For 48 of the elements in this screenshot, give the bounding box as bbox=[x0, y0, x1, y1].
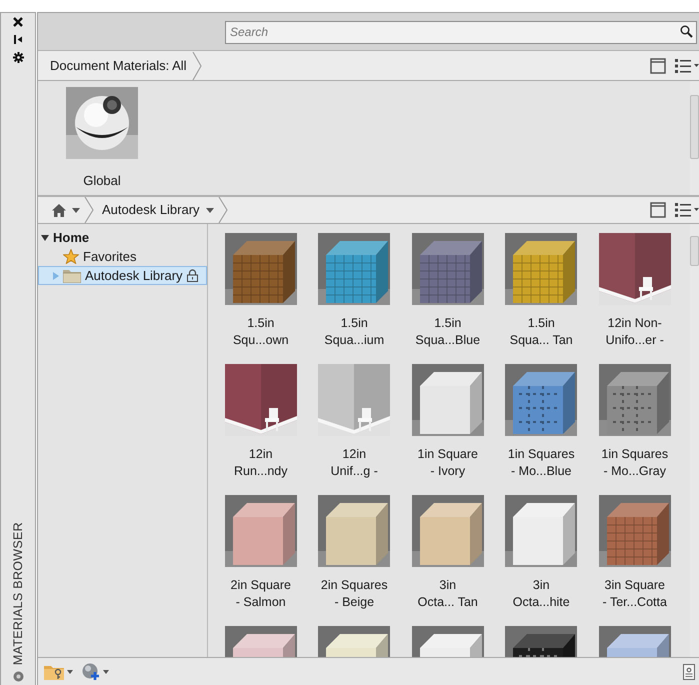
material-label: 12in Run...ndy bbox=[234, 446, 288, 480]
breadcrumb-item[interactable]: Document Materials: All bbox=[38, 56, 187, 76]
folder-key-icon[interactable] bbox=[44, 664, 64, 680]
caret-icon[interactable] bbox=[67, 670, 73, 674]
chevron-icon bbox=[218, 197, 228, 223]
breadcrumb-item[interactable]: Autodesk Library bbox=[102, 200, 200, 220]
material-label: 12in Non- Unifo...er - bbox=[606, 315, 664, 349]
bar-arrow-icon[interactable] bbox=[14, 35, 22, 44]
expanded-arrow-icon[interactable] bbox=[41, 234, 49, 240]
home-icon[interactable] bbox=[52, 204, 66, 216]
tree-item[interactable]: Autodesk Library bbox=[38, 266, 207, 285]
panel-view-icon[interactable] bbox=[650, 58, 666, 74]
chevron-icon bbox=[192, 52, 202, 80]
material-label: 1in Squares - Mo...Gray bbox=[601, 446, 668, 480]
caret-icon[interactable] bbox=[206, 208, 214, 212]
tree-item[interactable]: Favorites bbox=[38, 247, 207, 266]
chevron-icon bbox=[84, 197, 94, 223]
caret-icon[interactable] bbox=[103, 670, 109, 674]
material-label: 12in Unif...g - bbox=[330, 446, 378, 480]
material-label: 2in Square - Salmon bbox=[230, 577, 291, 611]
material-label: 1.5in Squa...Blue bbox=[415, 315, 480, 349]
material-label: 2in Squares - Beige bbox=[320, 577, 388, 611]
scrollbar[interactable] bbox=[690, 81, 699, 195]
material-label: 3in Square - Ter...Cotta bbox=[602, 577, 667, 611]
material-label: Global bbox=[83, 172, 121, 190]
close-icon[interactable] bbox=[13, 17, 23, 27]
sphere-plus-icon[interactable] bbox=[82, 662, 100, 680]
list-view-icon[interactable] bbox=[675, 58, 699, 74]
material-label: 1in Squares - Mo...Blue bbox=[508, 446, 575, 480]
material-label: 3in Octa... Tan bbox=[418, 577, 478, 611]
caret-icon[interactable] bbox=[72, 208, 80, 212]
tree-item[interactable]: Home bbox=[53, 228, 90, 248]
search-field[interactable]: Search bbox=[225, 20, 697, 44]
material-label: 1.5in Squ...own bbox=[232, 315, 289, 349]
panel-toggle-icon[interactable] bbox=[683, 664, 695, 680]
material-label: 3in Octa...hite bbox=[512, 577, 570, 611]
list-view-icon[interactable] bbox=[675, 202, 699, 218]
scrollbar[interactable] bbox=[690, 224, 699, 657]
folder-icon bbox=[63, 268, 81, 282]
gear-icon[interactable] bbox=[12, 671, 24, 682]
material-label: 1in Square - Ivory bbox=[418, 446, 478, 480]
star-icon bbox=[63, 249, 79, 264]
search-icon[interactable] bbox=[680, 25, 693, 38]
palette-title: MATERIALS BROWSER bbox=[10, 522, 26, 665]
panel-view-icon[interactable] bbox=[650, 202, 666, 218]
material-label: 1.5in Squa...ium bbox=[324, 315, 384, 349]
material-label: 1.5in Squa... Tan bbox=[510, 315, 573, 349]
settings-icon[interactable] bbox=[12, 52, 24, 63]
